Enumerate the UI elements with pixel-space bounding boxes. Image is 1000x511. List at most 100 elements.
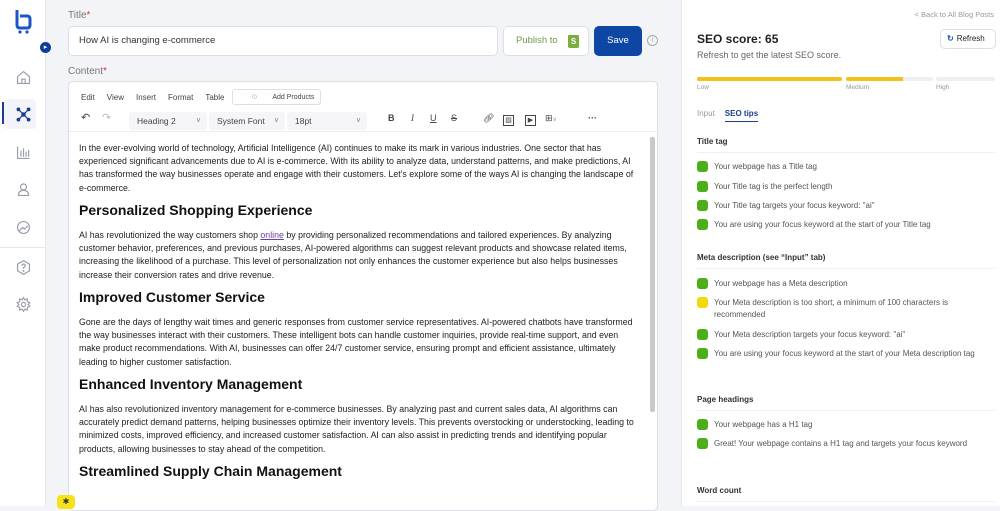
- table-icon[interactable]: ⊞∨: [545, 113, 557, 124]
- heading: Streamlined Supply Chain Management: [79, 462, 342, 479]
- seo-tip: Great! Your webpage contains a H1 tag an…: [697, 438, 995, 450]
- network-icon[interactable]: [12, 103, 34, 125]
- editor-content[interactable]: In the ever-evolving world of technology…: [79, 142, 639, 490]
- bold-icon[interactable]: B: [388, 113, 395, 123]
- seo-tabs: Input SEO tips: [697, 109, 759, 122]
- paragraph: Gone are the days of lengthy wait times …: [79, 317, 633, 367]
- link-icon[interactable]: 🔗︎: [483, 113, 494, 124]
- status-warning-icon: [697, 297, 708, 308]
- paragraph: In the ever-evolving world of technology…: [79, 143, 634, 193]
- seo-tip-text: Your Title tag is the perfect length: [714, 182, 833, 191]
- seo-tip: Your Title tag is the perfect length: [697, 181, 995, 193]
- chart-circle-icon[interactable]: [12, 216, 34, 238]
- block-format-select[interactable]: Heading 2 ∨: [129, 112, 207, 130]
- seo-tip: Your Title tag targets your focus keywor…: [697, 200, 995, 212]
- rich-text-editor: Edit View Insert Format Table ⊙ Add Produ…: [68, 81, 658, 511]
- content-label: Content*: [68, 66, 107, 77]
- video-icon[interactable]: ▶: [525, 115, 536, 126]
- chevron-down-icon: ∨: [355, 117, 361, 124]
- underline-icon[interactable]: U: [430, 113, 437, 123]
- help-icon[interactable]: [12, 256, 34, 278]
- level-high-label: High: [936, 84, 950, 91]
- section-divider: [697, 268, 995, 269]
- seo-tip-text: Your Title tag targets your focus keywor…: [714, 201, 875, 210]
- status-good-icon: [697, 438, 708, 449]
- heading: Improved Customer Service: [79, 288, 265, 305]
- paragraph: AI has revolutionized the way customers …: [79, 230, 627, 280]
- seo-tip: Your Meta description is too short, a mi…: [697, 297, 995, 321]
- redo-icon[interactable]: ↷: [102, 111, 111, 124]
- home-icon[interactable]: [12, 66, 34, 88]
- back-to-blog-posts-link[interactable]: < Back to All Blog Posts: [915, 10, 994, 19]
- editor-menubar: Edit View Insert Format Table ⊙ Add Produ…: [69, 87, 322, 107]
- score-bar-fill: [846, 77, 903, 81]
- level-low-label: Low: [697, 84, 709, 91]
- level-medium-label: Medium: [846, 84, 870, 91]
- menu-insert[interactable]: Insert: [136, 93, 156, 102]
- section-divider: [697, 501, 995, 502]
- chevron-right-icon: ▸: [43, 44, 48, 51]
- section-heading: Meta description (see “Input” tab): [697, 253, 826, 262]
- chevron-down-icon: ∨: [195, 117, 201, 124]
- chevron-down-icon: ∨: [273, 117, 279, 124]
- tab-seo-tips[interactable]: SEO tips: [724, 109, 759, 122]
- seo-score-subtitle: Refresh to get the latest SEO score.: [697, 50, 842, 60]
- paragraph: AI has also revolutionized inventory man…: [79, 404, 634, 454]
- info-icon[interactable]: i: [647, 35, 658, 46]
- online-link[interactable]: online: [260, 230, 283, 240]
- product-icon: ⊙: [251, 94, 258, 101]
- score-bar-fill: [697, 77, 842, 81]
- bar-chart-icon[interactable]: [12, 141, 34, 163]
- status-good-icon: [697, 181, 708, 192]
- seo-panel: < Back to All Blog Posts SEO score: 65 R…: [681, 0, 1000, 506]
- status-good-icon: [697, 278, 708, 289]
- assistant-badge-icon[interactable]: ✱: [57, 495, 75, 509]
- title-input[interactable]: How AI is changing e-commerce: [68, 26, 498, 56]
- menu-format[interactable]: Format: [168, 93, 193, 102]
- section-divider: [697, 152, 995, 153]
- user-icon[interactable]: [12, 178, 34, 200]
- seo-tip-text: Your webpage has a H1 tag: [714, 420, 813, 429]
- seo-tip-text: Your webpage has a Title tag: [714, 162, 817, 171]
- expand-sidebar-button[interactable]: ▸: [40, 42, 51, 53]
- menu-edit[interactable]: Edit: [81, 93, 95, 102]
- gear-icon[interactable]: [12, 293, 34, 315]
- seo-tip: Your webpage has a H1 tag: [697, 419, 995, 431]
- tab-input[interactable]: Input: [697, 109, 715, 122]
- seo-tip-text: Your webpage has a Meta description: [714, 279, 848, 288]
- seo-tip: You are using your focus keyword at the …: [697, 219, 995, 231]
- more-icon[interactable]: ···: [588, 113, 597, 123]
- strikethrough-icon[interactable]: S: [451, 113, 457, 123]
- seo-tip-text: Great! Your webpage contains a H1 tag an…: [714, 439, 968, 448]
- italic-icon[interactable]: I: [411, 113, 414, 123]
- editor-toolbar: ↶ ↷ Heading 2 ∨ System Font ∨ 18pt ∨ B I U …: [69, 110, 657, 132]
- status-good-icon: [697, 329, 708, 340]
- status-good-icon: [697, 348, 708, 359]
- status-good-icon: [697, 161, 708, 172]
- publish-to-shopify-button[interactable]: Publish to S: [503, 26, 589, 56]
- save-button[interactable]: Save: [594, 26, 642, 56]
- seo-tip: You are using your focus keyword at the …: [697, 348, 995, 360]
- menu-table[interactable]: Table: [205, 93, 224, 102]
- font-size-select[interactable]: 18pt ∨: [287, 112, 367, 130]
- seo-tip: Your Meta description targets your focus…: [697, 329, 995, 341]
- undo-icon[interactable]: ↶: [81, 111, 90, 124]
- shopify-icon: S: [568, 35, 579, 48]
- section-heading: Page headings: [697, 395, 754, 404]
- menu-view[interactable]: View: [107, 93, 124, 102]
- image-icon[interactable]: ▨: [503, 115, 514, 126]
- refresh-button[interactable]: ↻ Refresh: [940, 29, 996, 49]
- logo-icon[interactable]: [12, 8, 34, 34]
- add-products-button[interactable]: ⊙ Add Products: [232, 89, 322, 105]
- score-bar-low: [697, 77, 842, 81]
- font-family-select[interactable]: System Font ∨: [209, 112, 285, 130]
- status-good-icon: [697, 219, 708, 230]
- seo-score-title: SEO score: 65: [697, 32, 779, 46]
- section-heading: Word count: [697, 486, 742, 495]
- editor-scrollbar[interactable]: [650, 137, 655, 412]
- seo-tip: Your webpage has a Meta description: [697, 278, 995, 290]
- seo-tip-text: You are using your focus keyword at the …: [714, 349, 975, 358]
- section-divider: [697, 410, 995, 411]
- sidebar: [0, 0, 46, 506]
- section-heading: Title tag: [697, 137, 728, 146]
